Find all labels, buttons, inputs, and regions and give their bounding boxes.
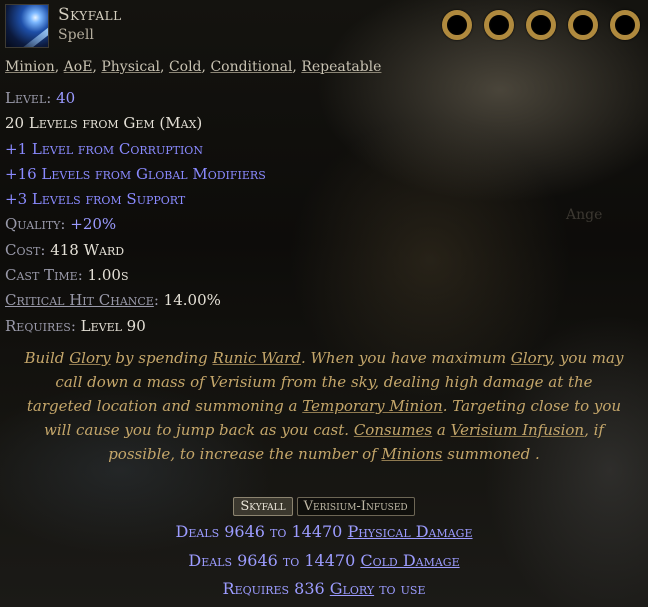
tab-verisium-infused[interactable]: Verisium-Infused [296, 497, 415, 516]
effect-physical-damage: Deals 9646 to 14470 Physical Damage [0, 518, 648, 547]
levels-from-support: +3 Levels from Support [5, 190, 186, 209]
stat-cost: Cost: 418 Ward [5, 240, 125, 259]
tag-physical[interactable]: Physical [101, 59, 160, 75]
effect-text: Deals 9646 to 14470 [175, 522, 348, 541]
keyword-cold-damage[interactable]: Cold Damage [360, 551, 459, 570]
socket-5[interactable] [610, 10, 640, 40]
keyword-runic-ward[interactable]: Runic Ward [213, 349, 301, 367]
keyword-glory[interactable]: Glory [511, 349, 550, 367]
stat-critical-hit-chance: Critical Hit Chance: 14.00% [5, 291, 221, 310]
tag-aoe[interactable]: AoE [64, 59, 93, 75]
level-value: 40 [56, 89, 76, 107]
tag-conditional[interactable]: Conditional [210, 59, 292, 75]
effect-text: Deals 9646 to 14470 [188, 550, 361, 570]
requires-label: Requires [5, 316, 71, 335]
stat-level: Level: 40 [5, 89, 76, 107]
levels-from-global-modifiers: +16 Levels from Global Modifiers [5, 164, 266, 183]
tab-skyfall[interactable]: Skyfall [233, 497, 293, 516]
quality-label: Quality [5, 215, 61, 234]
quality-value: +20% [70, 215, 117, 234]
stat-requires: Requires: Level 90 [5, 316, 146, 335]
effect-text: to use [374, 579, 426, 598]
levels-from-gem: 20 Levels from Gem (Max) [5, 114, 203, 133]
socket-1[interactable] [442, 10, 472, 40]
cast-time-label: Cast Time [5, 266, 78, 285]
level-label: Level [5, 89, 47, 107]
effect-glory-requirement: Requires 836 Glory to use [0, 575, 648, 604]
cost-value: 418 Ward [50, 240, 125, 259]
background-ghost-text: Ange [566, 207, 603, 223]
gem-description: Build Glory by spending Runic Ward. When… [22, 346, 626, 466]
stat-cast-time: Cast Time: 1.00s [5, 266, 129, 285]
tag-minion[interactable]: Minion [5, 59, 55, 75]
keyword-temporary-minion[interactable]: Temporary Minion [302, 397, 442, 415]
gem-name: Skyfall [58, 5, 122, 25]
crit-value: 14.00% [163, 291, 221, 310]
effect-text: Requires 836 [222, 579, 330, 598]
effect-cold-damage: Deals 9646 to 14470 Cold Damage [0, 547, 648, 576]
levels-from-corruption: +1 Level from Corruption [5, 139, 203, 158]
skill-effects: Deals 9646 to 14470 Physical Damage Deal… [0, 518, 648, 604]
keyword-glory[interactable]: Glory [330, 579, 374, 598]
keyword-physical-damage[interactable]: Physical Damage [347, 522, 472, 541]
description-text: . When you have maximum [300, 349, 511, 367]
tag-cold[interactable]: Cold [169, 59, 202, 75]
keyword-verisium-infusion[interactable]: Verisium Infusion [451, 421, 584, 439]
cost-label: Cost [5, 240, 41, 259]
socket-4[interactable] [568, 10, 598, 40]
requires-value: Level 90 [80, 316, 146, 335]
crit-label[interactable]: Critical Hit Chance [5, 291, 154, 309]
keyword-consumes[interactable]: Consumes [354, 421, 432, 439]
skill-variant-tabs: Skyfall Verisium-Infused [0, 497, 648, 516]
keyword-minions[interactable]: Minions [382, 445, 443, 463]
keyword-glory[interactable]: Glory [69, 349, 110, 367]
socket-3[interactable] [526, 10, 556, 40]
stat-quality: Quality: +20% [5, 215, 117, 234]
description-text: summoned . [442, 445, 540, 463]
gem-type: Spell [58, 27, 94, 43]
tag-repeatable[interactable]: Repeatable [301, 59, 381, 75]
description-text: Build [24, 349, 70, 367]
skyfall-gem-icon[interactable] [5, 4, 49, 48]
cast-time-value: 1.00s [87, 266, 129, 285]
socket-row [442, 10, 640, 40]
description-text: a [432, 421, 451, 439]
description-text: by spending [110, 349, 213, 367]
gem-stats: Level: 40 20 Levels from Gem (Max) +1 Le… [5, 86, 266, 339]
skill-tags: Minion, AoE, Physical, Cold, Conditional… [5, 59, 382, 75]
socket-2[interactable] [484, 10, 514, 40]
